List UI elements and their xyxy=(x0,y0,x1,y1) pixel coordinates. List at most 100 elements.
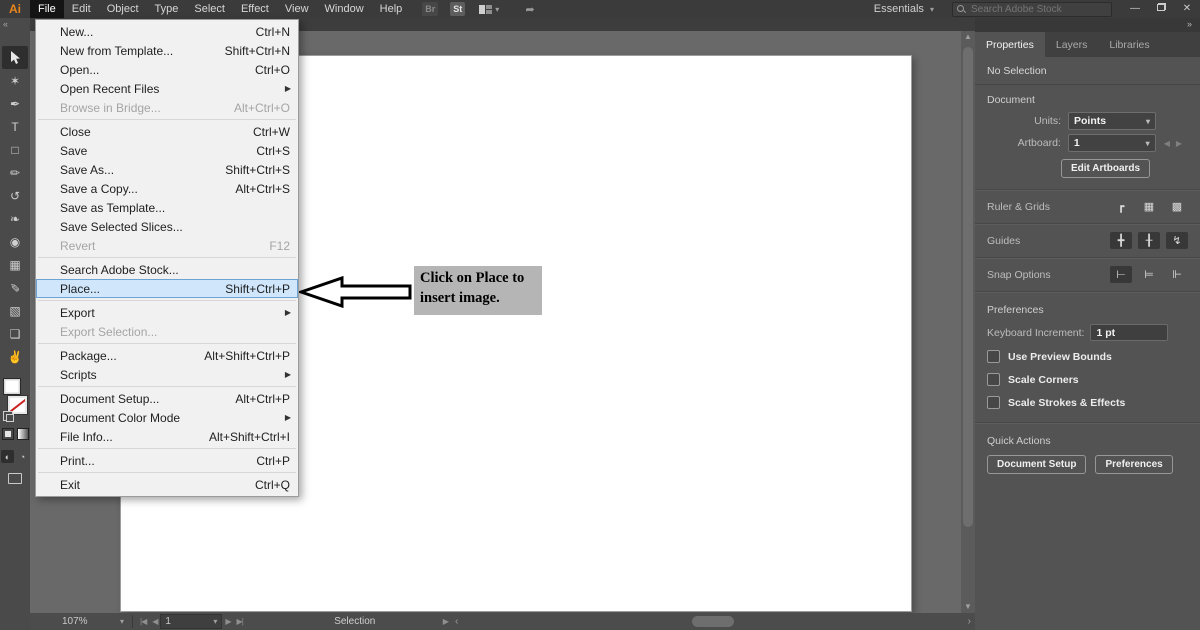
search-input[interactable] xyxy=(969,2,1088,16)
transparency-grid-icon[interactable]: ▩ xyxy=(1166,198,1188,215)
last-artboard-button[interactable]: ▶| xyxy=(234,617,246,626)
file-menu-item-file-info[interactable]: File Info... Alt+Shift+Ctrl+I xyxy=(36,427,298,446)
pen-tool[interactable]: ✒ xyxy=(2,92,28,115)
scroll-down-icon[interactable]: ▼ xyxy=(964,601,972,613)
file-menu-item-save[interactable]: Save Ctrl+S xyxy=(36,141,298,160)
file-menu-item-scripts[interactable]: Scripts ▶ xyxy=(36,365,298,384)
status-menu-arrow-icon[interactable]: ▶ xyxy=(440,617,451,626)
workspace-selector[interactable]: Essentials ▾ xyxy=(874,3,934,15)
file-menu-item-place[interactable]: Place... Shift+Ctrl+P xyxy=(36,279,298,298)
menu-view[interactable]: View xyxy=(277,0,317,18)
file-menu-item-document-color-mode[interactable]: Document Color Mode ▶ xyxy=(36,408,298,427)
file-menu-item-save-selected-slices[interactable]: Save Selected Slices... xyxy=(36,217,298,236)
vertical-scroll-thumb[interactable] xyxy=(963,47,973,527)
file-menu-item-document-setup[interactable]: Document Setup... Alt+Ctrl+P xyxy=(36,389,298,408)
artboard-tool[interactable]: ❏ xyxy=(2,322,28,345)
checkbox-icon[interactable] xyxy=(987,373,1000,386)
preferences-button[interactable]: Preferences xyxy=(1095,455,1173,474)
menu-edit[interactable]: Edit xyxy=(64,0,99,18)
swap-fill-stroke-icon[interactable] xyxy=(3,411,14,422)
draw-behind-mode-icon[interactable]: ◔ xyxy=(16,450,29,463)
horizontal-scrollbar[interactable] xyxy=(462,615,965,628)
menu-type[interactable]: Type xyxy=(147,0,187,18)
file-menu-item-save-a-copy[interactable]: Save a Copy... Alt+Ctrl+S xyxy=(36,179,298,198)
workspace-switcher-icon[interactable] xyxy=(479,4,493,14)
eyedropper-tool[interactable]: ✎ xyxy=(2,276,28,299)
corner-ruler-icon[interactable]: ┏ xyxy=(1110,198,1132,215)
column-graph-tool[interactable]: ▦ xyxy=(2,253,28,276)
selection-tool[interactable] xyxy=(2,46,28,69)
checkbox-icon[interactable] xyxy=(987,350,1000,363)
file-menu-item-search-adobe-stock[interactable]: Search Adobe Stock... xyxy=(36,260,298,279)
lock-guides-icon[interactable]: ╂ xyxy=(1138,232,1160,249)
fill-stroke-swatches[interactable] xyxy=(3,378,27,422)
gradient-button[interactable] xyxy=(16,428,29,440)
grid-icon[interactable]: ▦ xyxy=(1138,198,1160,215)
file-menu-item-open-recent-files[interactable]: Open Recent Files ▶ xyxy=(36,79,298,98)
keyboard-increment-input[interactable]: 1 pt xyxy=(1090,324,1169,341)
document-setup-button[interactable]: Document Setup xyxy=(987,455,1087,474)
file-menu-item-open[interactable]: Open... Ctrl+O xyxy=(36,60,298,79)
file-menu-item-exit[interactable]: Exit Ctrl+Q xyxy=(36,475,298,494)
shape-builder-tool[interactable]: ◉ xyxy=(2,230,28,253)
artboard-dropdown[interactable]: 1 ▾ xyxy=(1067,134,1156,152)
smart-guides-icon[interactable]: ↯ xyxy=(1166,232,1188,249)
symbol-flourish-tool[interactable]: ❧ xyxy=(2,207,28,230)
file-menu-item-new-from-template[interactable]: New from Template... Shift+Ctrl+N xyxy=(36,41,298,60)
collapse-panel-icon[interactable]: » xyxy=(1187,19,1192,29)
vertical-scrollbar[interactable]: ▲ ▼ xyxy=(961,31,975,613)
file-menu-item-new[interactable]: New... Ctrl+N xyxy=(36,22,298,41)
file-menu-item-package[interactable]: Package... Alt+Shift+Ctrl+P xyxy=(36,346,298,365)
units-dropdown[interactable]: Points ▾ xyxy=(1068,112,1156,130)
file-menu-item-export[interactable]: Export ▶ xyxy=(36,303,298,322)
menu-effect[interactable]: Effect xyxy=(233,0,277,18)
checkbox-row-scale-strokes-effects[interactable]: Scale Strokes & Effects xyxy=(975,391,1200,414)
adobe-stock-search[interactable] xyxy=(952,1,1112,17)
file-menu-item-save-as-template[interactable]: Save as Template... xyxy=(36,198,298,217)
horizontal-scroll-thumb[interactable] xyxy=(692,616,735,627)
artboard-navigation-dropdown[interactable]: 1 ▾ xyxy=(160,614,223,629)
snap-to-pixel-icon[interactable]: ⊩ xyxy=(1166,266,1188,283)
color-button[interactable] xyxy=(1,428,14,440)
menu-select[interactable]: Select xyxy=(186,0,233,18)
file-menu-item-close[interactable]: Close Ctrl+W xyxy=(36,122,298,141)
edit-artboards-button[interactable]: Edit Artboards xyxy=(1061,159,1151,178)
symbol-sprayer-tool[interactable]: ▧ xyxy=(2,299,28,322)
show-guides-icon[interactable]: ╋ xyxy=(1110,232,1132,249)
checkbox-row-use-preview-bounds[interactable]: Use Preview Bounds xyxy=(975,345,1200,368)
vertical-scroll-track[interactable] xyxy=(961,43,975,601)
magic-wand-tool[interactable]: ✶ xyxy=(2,69,28,92)
artboard-prev-next-icons[interactable]: ◀▶ xyxy=(1164,139,1188,148)
menu-window[interactable]: Window xyxy=(317,0,372,18)
previous-artboard-button[interactable]: ◀ xyxy=(149,617,160,626)
close-button[interactable]: ✕ xyxy=(1174,0,1200,18)
rotate-tool[interactable]: ↺ xyxy=(2,184,28,207)
first-artboard-button[interactable]: |◀ xyxy=(137,617,149,626)
bridge-icon[interactable]: Br xyxy=(422,2,439,16)
restore-button[interactable] xyxy=(1148,0,1174,18)
minimize-button[interactable]: — xyxy=(1122,0,1148,18)
screen-mode-icon[interactable] xyxy=(8,473,22,484)
tab-layers[interactable]: Layers xyxy=(1045,32,1099,57)
stock-icon[interactable]: St xyxy=(450,2,466,16)
type-tool[interactable]: T xyxy=(2,115,28,138)
menu-object[interactable]: Object xyxy=(99,0,147,18)
rectangle-tool[interactable]: □ xyxy=(2,138,28,161)
fill-swatch-white[interactable] xyxy=(3,378,21,395)
scroll-left-icon[interactable]: ‹ xyxy=(455,616,458,627)
scroll-right-icon[interactable]: › xyxy=(968,616,971,627)
pencil-tool[interactable]: ✏ xyxy=(2,161,28,184)
workspace-chevron-icon[interactable]: ▾ xyxy=(495,5,499,14)
next-artboard-button[interactable]: ▶ xyxy=(222,617,233,626)
checkbox-row-scale-corners[interactable]: Scale Corners xyxy=(975,368,1200,391)
scroll-up-icon[interactable]: ▲ xyxy=(964,31,972,43)
snap-to-grid-icon[interactable]: ⊨ xyxy=(1138,266,1160,283)
checkbox-icon[interactable] xyxy=(987,396,1000,409)
zoom-level-dropdown[interactable]: 107% ▾ xyxy=(58,615,128,628)
tab-properties[interactable]: Properties xyxy=(975,32,1045,57)
file-menu-item-save-as[interactable]: Save As... Shift+Ctrl+S xyxy=(36,160,298,179)
tab-libraries[interactable]: Libraries xyxy=(1098,32,1160,57)
menu-help[interactable]: Help xyxy=(372,0,411,18)
draw-normal-mode-icon[interactable]: ◐ xyxy=(1,450,14,463)
file-menu-item-print[interactable]: Print... Ctrl+P xyxy=(36,451,298,470)
